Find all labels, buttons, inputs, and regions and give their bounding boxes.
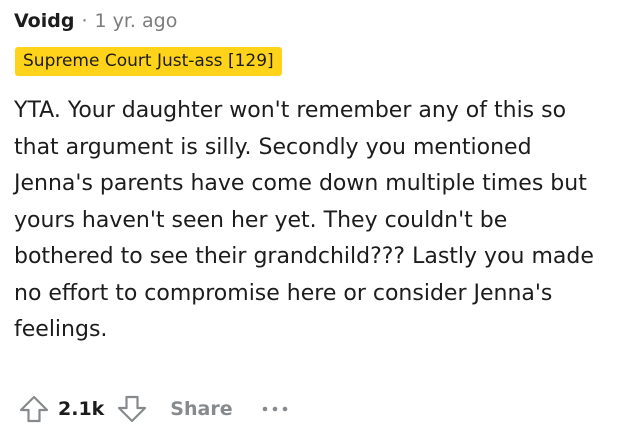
arrow-up-icon: [19, 395, 49, 423]
arrow-down-icon: [118, 395, 147, 423]
more-horizontal-icon: [262, 406, 287, 412]
more-options-button[interactable]: [259, 393, 291, 425]
username-link[interactable]: Voidg: [14, 10, 74, 32]
meta-separator: ·: [81, 10, 88, 32]
user-flair: Supreme Court Just-ass [129]: [15, 47, 282, 76]
downvote-button[interactable]: [112, 389, 152, 429]
upvote-button[interactable]: [14, 389, 54, 429]
vote-score: 2.1k: [58, 398, 105, 420]
comment-actions: 2.1k Share: [14, 389, 291, 429]
comment-meta: Voidg · 1 yr. ago: [14, 8, 177, 34]
comment-body: YTA. Your daughter won't remember any of…: [14, 98, 594, 342]
comment-age[interactable]: 1 yr. ago: [94, 10, 177, 32]
comment: Voidg · 1 yr. ago Supreme Court Just-ass…: [0, 0, 617, 436]
share-button[interactable]: Share: [170, 398, 232, 420]
